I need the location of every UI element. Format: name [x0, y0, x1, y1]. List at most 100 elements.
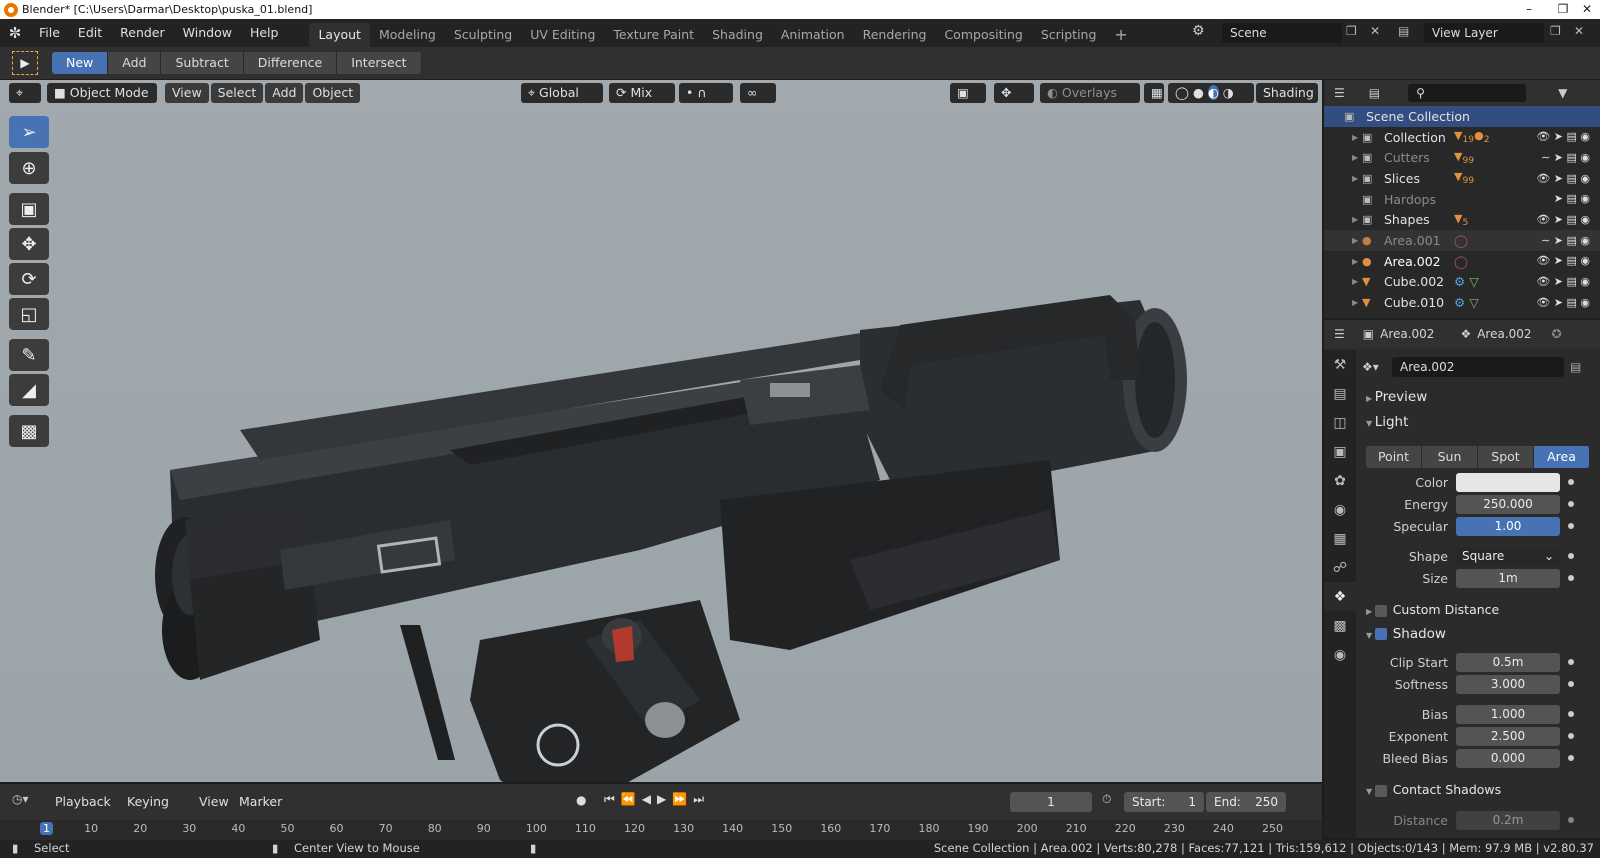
transform-tool-icon[interactable]: ▣: [9, 193, 49, 225]
tab-light-data-icon[interactable]: ❖: [1324, 582, 1356, 611]
play-reverse-icon[interactable]: ◀: [642, 792, 657, 806]
light-data-icon[interactable]: ❖▾: [1362, 360, 1392, 374]
mode-dropdown[interactable]: ■ Object Mode: [47, 83, 157, 103]
measure-tool-icon[interactable]: ◢: [9, 374, 49, 406]
properties-editor-icon[interactable]: ☰: [1334, 327, 1345, 341]
row-visibility-icons[interactable]: 👁 ➤ ▤ ◉: [1536, 168, 1600, 188]
gizmo-toggle-icon[interactable]: ✥: [994, 83, 1034, 103]
tab-texture-paint[interactable]: Texture Paint: [604, 23, 703, 47]
viewport-menu-select[interactable]: Select: [210, 83, 264, 103]
tab-layout[interactable]: Layout: [309, 23, 370, 47]
menu-file[interactable]: File: [30, 22, 69, 44]
bool-add-button[interactable]: Add: [108, 52, 162, 74]
filter-icon[interactable]: ▼: [1558, 86, 1567, 100]
tab-shading[interactable]: Shading: [703, 23, 772, 47]
new-scene-icon[interactable]: ❐: [1346, 24, 1357, 38]
keyframe-dot-icon[interactable]: [1568, 659, 1574, 665]
menu-window[interactable]: Window: [174, 22, 241, 44]
contact-shadows-panel[interactable]: ▼ Contact Shadows: [1356, 778, 1600, 802]
timeline-menu-keying[interactable]: Keying: [120, 792, 176, 812]
row-visibility-icons[interactable]: 👁 ➤ ▤ ◉: [1536, 272, 1600, 292]
tab-animation[interactable]: Animation: [772, 23, 854, 47]
fake-user-icon[interactable]: ▤: [1570, 360, 1581, 374]
expand-icon[interactable]: ▶: [1352, 236, 1362, 245]
expand-icon[interactable]: ▶: [1352, 133, 1362, 142]
tab-scripting[interactable]: Scripting: [1032, 23, 1106, 47]
outliner-row[interactable]: ▶ ▣ Collection ▼19●2 👁 ➤ ▤ ◉: [1324, 127, 1600, 148]
scale-tool-icon[interactable]: ◱: [9, 298, 49, 330]
shading-modes[interactable]: ◯ ● ◐ ◑: [1168, 83, 1254, 103]
outliner-row[interactable]: ▣ Hardops ➤ ▤ ◉: [1324, 189, 1600, 210]
bias-field[interactable]: 1.000: [1456, 704, 1560, 724]
menu-help[interactable]: Help: [241, 22, 288, 44]
preview-panel[interactable]: ▶ Preview: [1356, 385, 1600, 409]
row-visibility-icons[interactable]: ➤ ▤ ◉: [1554, 189, 1600, 209]
prev-keyframe-icon[interactable]: ⏪: [621, 792, 642, 806]
close-icon[interactable]: ✕: [1570, 0, 1600, 19]
energy-field[interactable]: 250.000: [1456, 494, 1560, 514]
bleed-bias-field[interactable]: 0.000: [1456, 748, 1560, 768]
contact-shadows-checkbox[interactable]: [1374, 784, 1387, 797]
row-visibility-icons[interactable]: ∼ ➤ ▤ ◉: [1541, 230, 1600, 250]
display-mode-icon[interactable]: ▤: [1369, 86, 1380, 100]
viewport-menu-add[interactable]: Add: [265, 83, 304, 103]
add-cube-tool-icon[interactable]: ▩: [9, 415, 49, 447]
outliner-row[interactable]: ▶ ▣ Shapes ▼5 👁 ➤ ▤ ◉: [1324, 209, 1600, 230]
timeline-menu-playback[interactable]: Playback: [48, 792, 118, 812]
transform-gizmo-icon[interactable]: ∞: [740, 83, 776, 103]
rendered-shading-icon[interactable]: ◑: [1223, 85, 1234, 100]
light-type-area[interactable]: Area: [1534, 446, 1590, 468]
xray-icon[interactable]: ▦: [1144, 83, 1164, 103]
timeline-ruler[interactable]: 1 10 20 30 40 50 60 70 80 90 100 110 120 130 140 150 160…: [0, 820, 1322, 840]
tab-render-icon[interactable]: ▤: [1324, 379, 1356, 408]
view-layer-icon[interactable]: ▤: [1398, 24, 1409, 38]
outliner-search-input[interactable]: ⚲: [1408, 84, 1527, 102]
timeline-menu-marker[interactable]: Marker: [232, 792, 289, 812]
keyframe-dot-icon[interactable]: [1568, 523, 1574, 529]
keyframe-dot-icon[interactable]: [1568, 733, 1574, 739]
keyframe-dot-icon[interactable]: [1568, 711, 1574, 717]
tab-compositing[interactable]: Compositing: [935, 23, 1031, 47]
timeline-editor-icon[interactable]: ◷▾: [12, 792, 29, 806]
annotate-tool-icon[interactable]: ✎: [9, 339, 49, 371]
outliner-row[interactable]: ▶ ▣ Cutters ▼99 ∼ ➤ ▤ ◉: [1324, 147, 1600, 168]
bool-intersect-button[interactable]: Intersect: [337, 52, 422, 74]
outliner-root[interactable]: ▣ Scene Collection: [1324, 106, 1600, 127]
tab-uv-editing[interactable]: UV Editing: [521, 23, 604, 47]
color-swatch[interactable]: [1456, 472, 1560, 492]
record-icon[interactable]: ●: [576, 793, 586, 807]
row-visibility-icons[interactable]: 👁 ➤ ▤ ◉: [1536, 292, 1600, 312]
add-workspace-icon[interactable]: +: [1105, 23, 1136, 47]
keyframe-dot-icon[interactable]: [1568, 575, 1574, 581]
scene-field[interactable]: Scene: [1222, 23, 1342, 43]
viewport-menu-view[interactable]: View: [165, 83, 209, 103]
new-view-layer-icon[interactable]: ❐: [1550, 24, 1561, 38]
keyframe-dot-icon[interactable]: [1568, 501, 1574, 507]
tab-sculpting[interactable]: Sculpting: [445, 23, 521, 47]
menu-edit[interactable]: Edit: [69, 22, 111, 44]
menu-render[interactable]: Render: [111, 22, 174, 44]
tab-tool-icon[interactable]: ⚒: [1324, 350, 1356, 379]
tab-view-layer-icon[interactable]: ▣: [1324, 437, 1356, 466]
blender-menu-icon[interactable]: ✼: [0, 19, 30, 47]
keyframe-dot-icon[interactable]: [1568, 553, 1574, 559]
row-visibility-icons[interactable]: 👁 ➤ ▤ ◉: [1536, 127, 1600, 147]
tab-object-icon[interactable]: ▦: [1324, 524, 1356, 553]
clip-start-field[interactable]: 0.5m: [1456, 652, 1560, 672]
shape-dropdown[interactable]: Square ⌄: [1456, 546, 1560, 566]
next-keyframe-icon[interactable]: ⏩: [672, 792, 693, 806]
outliner-row[interactable]: ▶ ● Area.001 ◯ ∼ ➤ ▤ ◉: [1324, 230, 1600, 251]
tab-world-icon[interactable]: ◉: [1324, 495, 1356, 524]
editor-type-icon[interactable]: ⌖: [9, 83, 41, 103]
view-layer-field[interactable]: View Layer: [1424, 23, 1544, 43]
pin-icon[interactable]: ✪: [1552, 327, 1562, 341]
timeline-menu-view[interactable]: View: [192, 792, 236, 812]
bool-new-button[interactable]: New: [52, 52, 109, 74]
keyframe-dot-icon[interactable]: [1568, 681, 1574, 687]
light-type-sun[interactable]: Sun: [1422, 446, 1478, 468]
rotate-tool-icon[interactable]: ⟳: [9, 263, 49, 295]
keyframe-dot-icon[interactable]: [1568, 479, 1574, 485]
3d-viewport[interactable]: [0, 80, 1322, 782]
expand-icon[interactable]: ▶: [1352, 298, 1362, 307]
row-visibility-icons[interactable]: 👁 ➤ ▤ ◉: [1536, 209, 1600, 229]
